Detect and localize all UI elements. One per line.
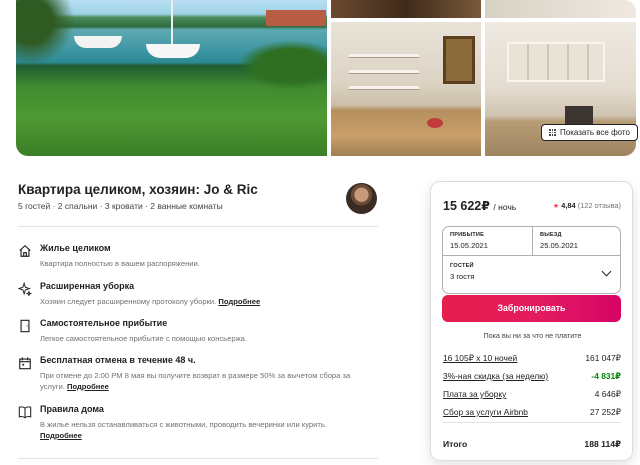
checkout-value: 25.05.2021 — [540, 241, 579, 250]
price-line-label[interactable]: Плата за уборку — [443, 389, 506, 399]
reviews-count: (122 отзыва) — [577, 201, 621, 210]
door-icon — [20, 319, 30, 333]
price-line-amount: -4 831₽ — [591, 371, 621, 381]
calendar-icon — [19, 357, 31, 370]
checkout-label: ВЫЕЗД — [540, 232, 562, 238]
feature-desc: Легкое самостоятельное прибытие с помощь… — [40, 334, 247, 343]
reserve-button[interactable]: Забронировать — [442, 295, 621, 322]
feature-entire-home: Жилье целиком Квартира полностью в вашем… — [18, 243, 363, 273]
trip-details: ПРИБЫТИЕ 15.05.2021 ВЫЕЗД 25.05.2021 ГОС… — [442, 226, 621, 294]
photo-kitchen-1[interactable] — [331, 22, 481, 156]
feature-house-rules: Правила дома В жилье нельзя останавливат… — [18, 404, 363, 444]
rating[interactable]: ★ 4,84 (122 отзыва) — [553, 201, 621, 210]
feature-more-link[interactable]: Подробнее — [67, 382, 109, 391]
guests-label: ГОСТЕЙ — [450, 263, 474, 269]
nightly-price: 15 622₽ / ночь — [443, 199, 517, 213]
photo-interior-top-2[interactable] — [485, 0, 636, 18]
feature-title: Бесплатная отмена в течение 48 ч. — [40, 355, 196, 365]
checkin-value: 15.05.2021 — [450, 241, 489, 250]
divider — [18, 458, 378, 459]
price-line-amount: 4 646₽ — [594, 389, 621, 399]
feature-title: Жилье целиком — [40, 243, 111, 253]
per-night-label: / ночь — [493, 202, 517, 212]
booking-card: 15 622₽ / ночь ★ 4,84 (122 отзыва) ПРИБЫ… — [430, 181, 633, 461]
feature-self-checkin: Самостоятельное прибытие Легкое самостоя… — [18, 318, 363, 348]
price-line-amount: 161 047₽ — [585, 353, 621, 363]
guests-select[interactable]: ГОСТЕЙ 3 гостя — [443, 255, 620, 293]
book-icon — [18, 406, 32, 419]
checkin-label: ПРИБЫТИЕ — [450, 232, 485, 238]
checkout-field[interactable]: ВЫЕЗД 25.05.2021 — [533, 227, 621, 255]
price-line-label[interactable]: Сбор за услуги Airbnb — [443, 407, 528, 417]
home-icon — [19, 244, 31, 257]
total-amount: 188 114₽ — [584, 439, 621, 449]
feature-more-link[interactable]: Подробнее — [40, 431, 82, 440]
feature-desc: При отмене до 2:00 PM 8 мая вы получите … — [40, 371, 351, 391]
guests-value: 3 гостя — [450, 272, 475, 281]
sparkles-icon — [18, 282, 32, 296]
price-line-label[interactable]: 3%-ная скидка (за неделю) — [443, 371, 548, 381]
grid-icon — [549, 129, 556, 136]
feature-enhanced-clean: Расширенная уборка Хозяин следует расшир… — [18, 281, 363, 311]
photo-interior-top-1[interactable] — [331, 0, 481, 18]
feature-free-cancellation: Бесплатная отмена в течение 48 ч. При от… — [18, 355, 363, 395]
rating-value: 4,84 — [561, 201, 576, 210]
total-label: Итого — [443, 439, 468, 449]
feature-more-link[interactable]: Подробнее — [218, 297, 260, 306]
feature-title: Расширенная уборка — [40, 281, 135, 291]
price-line-amount: 27 252₽ — [590, 407, 621, 417]
feature-desc: Квартира полностью в вашем распоряжении. — [40, 259, 200, 268]
star-icon: ★ — [552, 203, 560, 210]
price-line-label[interactable]: 16 105₽ x 10 ночей — [443, 353, 517, 363]
divider — [18, 226, 378, 227]
show-all-photos-button[interactable]: Показать все фото — [541, 124, 638, 141]
no-charge-note: Пока вы ни за что не платите — [483, 331, 582, 340]
photo-marina[interactable] — [16, 0, 327, 156]
listing-title: Квартира целиком, хозяин: Jo & Ric — [18, 182, 258, 197]
divider — [443, 422, 621, 423]
listing-subtitle: 5 гостей · 2 спальни · 3 кровати · 2 ван… — [18, 201, 223, 211]
photo-gallery: Показать все фото — [16, 0, 638, 156]
feature-title: Правила дома — [40, 404, 104, 414]
feature-title: Самостоятельное прибытие — [40, 318, 168, 328]
feature-desc: Хозяин следует расширенному протоколу уб… — [40, 297, 261, 306]
feature-desc: В жилье нельзя останавливаться с животны… — [40, 420, 327, 440]
host-avatar[interactable] — [346, 183, 377, 214]
checkin-field[interactable]: ПРИБЫТИЕ 15.05.2021 — [443, 227, 533, 255]
show-all-photos-label: Показать все фото — [560, 128, 630, 137]
